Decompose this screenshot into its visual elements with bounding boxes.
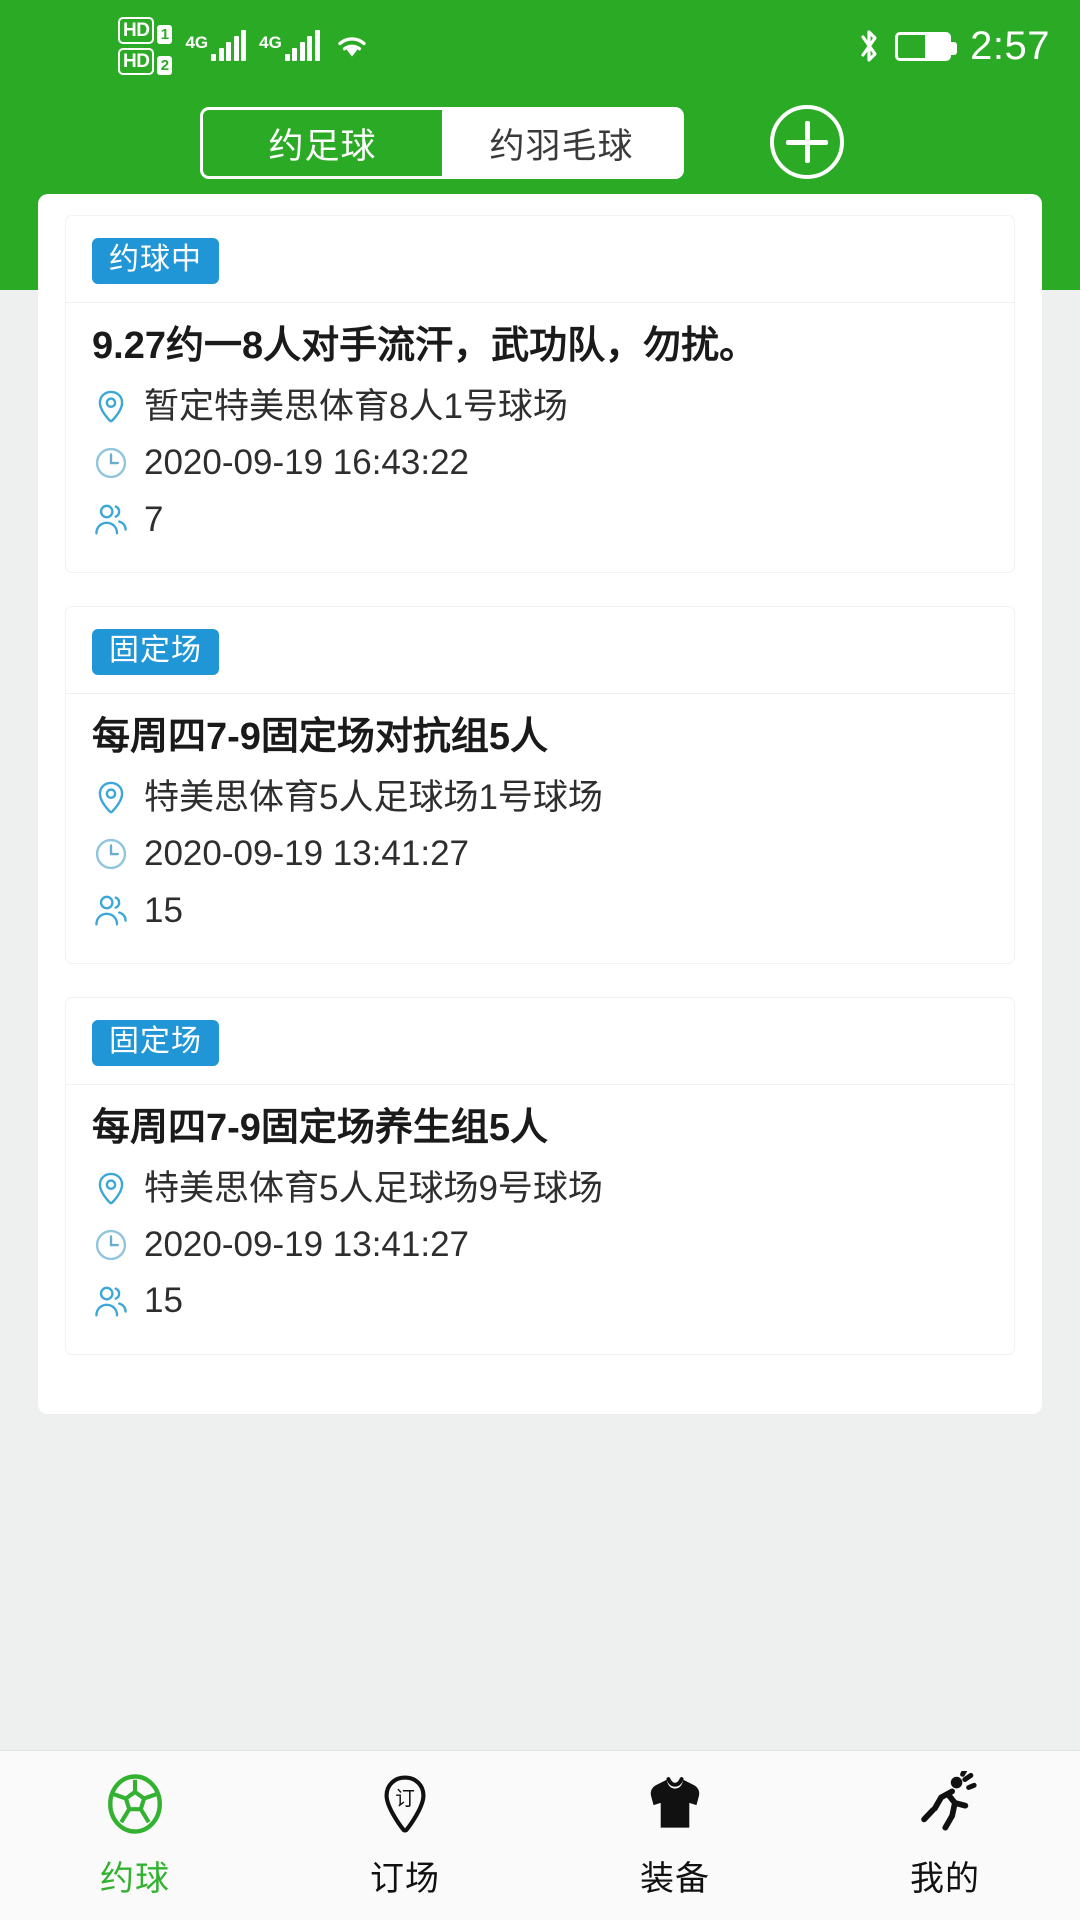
soccer-ball-icon: [108, 1774, 162, 1834]
status-badge: 固定场: [92, 628, 219, 675]
card-time-text: 2020-09-19 13:41:27: [144, 834, 469, 874]
network-type-1: 4G: [185, 33, 209, 52]
match-card[interactable]: 固定场 每周四7-9固定场对抗组5人 特美思体育5人足球场1号球场 2020-0…: [66, 606, 1014, 963]
hd-volte-icon: HD 1 HD 2: [118, 17, 173, 75]
runner-icon: [921, 1771, 977, 1831]
tab-dingchang[interactable]: 订 订场: [270, 1771, 540, 1900]
signal-bars-icon: [284, 30, 320, 61]
svg-text:订: 订: [395, 1788, 415, 1810]
network-type-2: 4G: [259, 33, 282, 52]
bottom-tab-bar: 约球 订 订场 装备 我的: [0, 1750, 1080, 1920]
card-header: 固定场: [66, 998, 1014, 1085]
signal-bars-icon: [211, 30, 247, 61]
card-location-text: 特美思体育5人足球场9号球场: [144, 1169, 603, 1209]
battery-icon: [895, 31, 958, 61]
card-time-text: 2020-09-19 13:41:27: [144, 1225, 469, 1265]
card-people-row: 7: [92, 493, 988, 546]
location-pin-icon: [98, 1172, 124, 1204]
card-time-text: 2020-09-19 16:43:22: [144, 443, 469, 483]
people-icon: [95, 1286, 127, 1317]
match-card[interactable]: 约球中 9.27约一8人对手流汗，武功队，勿扰。 暂定特美思体育8人1号球场 2…: [66, 216, 1014, 572]
hd2-number: 2: [157, 56, 173, 75]
tab-label: 我的: [910, 1860, 980, 1898]
card-header: 固定场: [66, 607, 1014, 694]
card-time-row: 2020-09-19 13:41:27: [92, 827, 988, 880]
card-location-text: 暂定特美思体育8人1号球场: [144, 387, 568, 427]
card-title: 9.27约一8人对手流汗，武功队，勿扰。: [92, 325, 758, 367]
signal-sim1: 4G: [185, 30, 247, 61]
card-location-text: 特美思体育5人足球场1号球场: [144, 778, 603, 818]
tab-football[interactable]: 约足球: [203, 110, 442, 176]
tab-yuqiu[interactable]: 约球: [0, 1771, 270, 1900]
card-location-row: 特美思体育5人足球场9号球场: [92, 1162, 988, 1215]
card-body: 9.27约一8人对手流汗，武功队，勿扰。 暂定特美思体育8人1号球场 2020-…: [66, 303, 1014, 572]
status-badge: 约球中: [92, 238, 219, 284]
location-pin-icon: [98, 781, 124, 814]
card-body: 每周四7-9固定场对抗组5人 特美思体育5人足球场1号球场 2020-09-19…: [66, 694, 1014, 963]
card-people-count: 15: [144, 1281, 183, 1321]
tab-badminton[interactable]: 约羽毛球: [442, 110, 681, 176]
tab-label: 订场: [370, 1860, 440, 1898]
card-title: 每周四7-9固定场养生组5人: [92, 1106, 549, 1149]
wifi-icon: [334, 31, 370, 61]
status-bar-left: HD 1 HD 2 4G 4G: [30, 17, 370, 75]
match-card[interactable]: 固定场 每周四7-9固定场养生组5人 特美思体育5人足球场9号球场 2020-0…: [66, 997, 1014, 1354]
status-bar: HD 1 HD 2 4G 4G 2:57: [0, 0, 1080, 92]
status-clock: 2:57: [970, 23, 1050, 68]
tab-label: 装备: [640, 1860, 710, 1898]
tab-label: 约球: [100, 1860, 170, 1898]
jersey-icon: [650, 1777, 700, 1828]
location-pin-icon: [98, 390, 124, 423]
card-title: 每周四7-9固定场对抗组5人: [92, 715, 549, 758]
booking-pin-icon: 订: [384, 1775, 426, 1833]
hd1-number: 1: [157, 25, 173, 44]
card-location-row: 特美思体育5人足球场1号球场: [92, 771, 988, 824]
match-card-list: 约球中 9.27约一8人对手流汗，武功队，勿扰。 暂定特美思体育8人1号球场 2…: [38, 194, 1042, 1354]
hd1-label: HD: [118, 17, 155, 44]
signal-sim2: 4G: [259, 30, 320, 61]
bluetooth-icon: [856, 27, 882, 65]
card-people-row: 15: [92, 1274, 988, 1327]
card-people-count: 7: [144, 499, 164, 539]
card-time-row: 2020-09-19 16:43:22: [92, 436, 988, 489]
clock-icon: [95, 1229, 127, 1260]
card-people-row: 15: [92, 884, 988, 937]
card-body: 每周四7-9固定场养生组5人 特美思体育5人足球场9号球场 2020-09-19…: [66, 1085, 1014, 1354]
sport-segment-control[interactable]: 约足球 约羽毛球: [200, 107, 684, 179]
card-location-row: 暂定特美思体育8人1号球场: [92, 380, 988, 433]
card-time-row: 2020-09-19 13:41:27: [92, 1218, 988, 1271]
tab-wode[interactable]: 我的: [810, 1771, 1080, 1900]
clock-icon: [95, 447, 127, 479]
people-icon: [95, 504, 127, 535]
tab-zhuangbei[interactable]: 装备: [540, 1771, 810, 1900]
status-bar-right: 2:57: [856, 24, 1050, 69]
content-panel: 约球中 9.27约一8人对手流汗，武功队，勿扰。 暂定特美思体育8人1号球场 2…: [38, 194, 1042, 1414]
people-icon: [95, 895, 127, 926]
clock-icon: [95, 838, 127, 870]
add-icon[interactable]: [770, 105, 844, 179]
top-bar: 约足球 约羽毛球: [0, 105, 1080, 195]
status-badge: 固定场: [92, 1019, 219, 1066]
phone-screen: HD 1 HD 2 4G 4G 2:57 约足球 约羽毛球 约球中 9.27约一…: [0, 0, 1080, 1920]
card-header: 约球中: [66, 216, 1014, 303]
hd2-label: HD: [118, 48, 155, 75]
card-people-count: 15: [144, 890, 183, 930]
